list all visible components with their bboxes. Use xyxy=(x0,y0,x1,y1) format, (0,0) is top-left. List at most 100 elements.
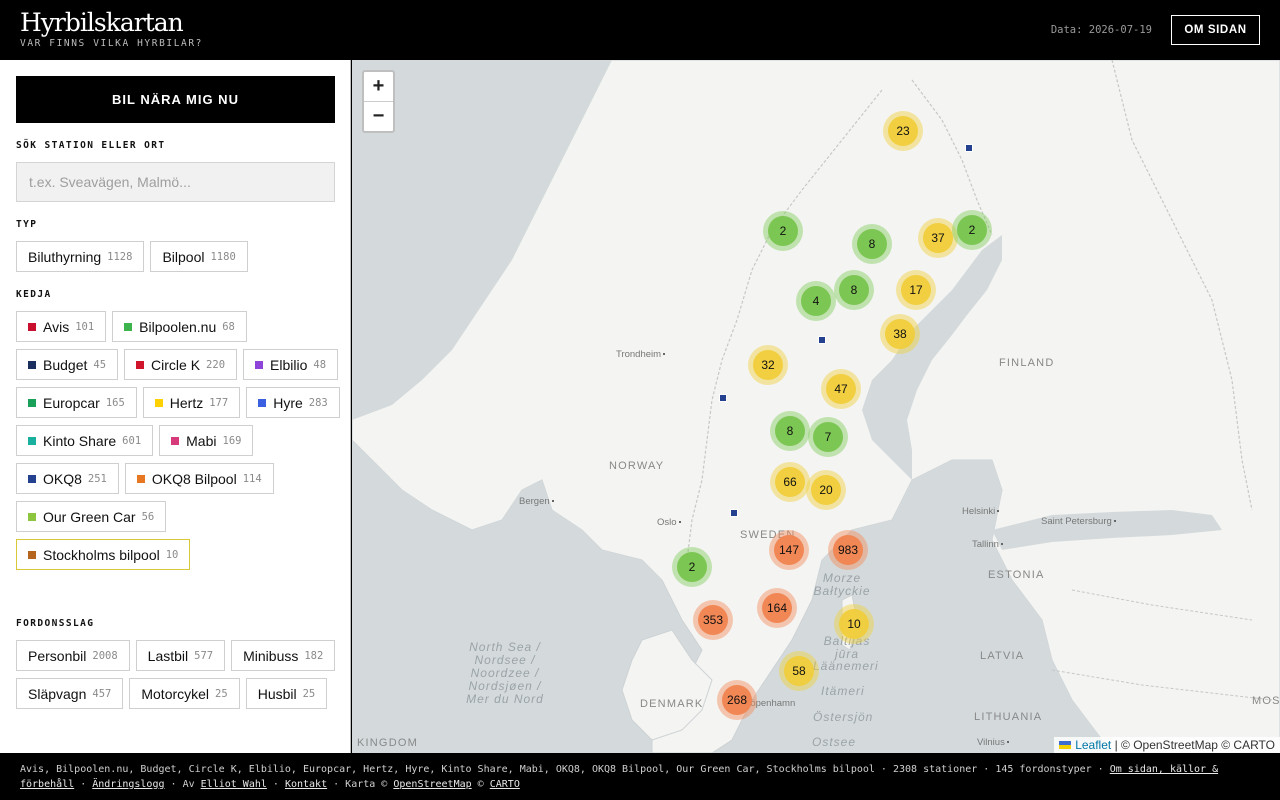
cluster-marker[interactable]: 2 xyxy=(672,547,712,587)
chain-chip-avis[interactable]: Avis 101 xyxy=(16,311,107,342)
chain-color-swatch xyxy=(124,322,133,331)
cluster-count: 38 xyxy=(885,319,915,349)
ukraine-flag-icon xyxy=(1059,741,1072,749)
cluster-count: 47 xyxy=(826,374,856,404)
search-input[interactable] xyxy=(16,162,335,202)
chain-chip-kinto-share[interactable]: Kinto Share 601 xyxy=(16,425,154,456)
chain-chip-okq8-bilpool[interactable]: OKQ8 Bilpool 114 xyxy=(124,463,274,494)
station-marker[interactable] xyxy=(730,509,738,517)
vehicle-chip-personbil[interactable]: Personbil 2008 xyxy=(16,640,130,671)
cluster-marker[interactable]: 147 xyxy=(769,530,809,570)
cluster-count: 8 xyxy=(775,416,805,446)
sea-label: Ostsee xyxy=(812,735,857,749)
chip-count: 45 xyxy=(93,358,107,371)
chain-chip-circle-k[interactable]: Circle K 220 xyxy=(124,349,238,380)
cluster-marker[interactable]: 164 xyxy=(757,588,797,628)
chip-count: 577 xyxy=(194,649,214,662)
vehicle-chip-minibuss[interactable]: Minibuss 182 xyxy=(231,640,336,671)
type-label: TYP xyxy=(16,219,38,230)
zoom-control: + − xyxy=(362,70,395,133)
chain-chip-our-green-car[interactable]: Our Green Car 56 xyxy=(16,501,167,532)
site-logo[interactable]: Hyrbilskartan xyxy=(20,8,184,37)
search-label: SÖK STATION ELLER ORT xyxy=(16,140,166,151)
chain-chip-elbilio[interactable]: Elbilio 48 xyxy=(243,349,339,380)
about-button[interactable]: OM SIDAN xyxy=(1171,15,1260,45)
country-label: ESTONIA xyxy=(988,569,1045,581)
chip-count: 457 xyxy=(92,687,112,700)
zoom-out-button[interactable]: − xyxy=(364,102,393,132)
chain-chip-okq8[interactable]: OKQ8 251 xyxy=(16,463,119,494)
cluster-count: 20 xyxy=(811,475,841,505)
chip-count: 177 xyxy=(209,396,229,409)
map-view[interactable]: + − Trondheim Bergen Oslo Helsinki Saint… xyxy=(352,60,1280,753)
cluster-count: 7 xyxy=(813,422,843,452)
cluster-marker[interactable]: 66 xyxy=(770,462,810,502)
map-attribution: Leaflet | © OpenStreetMap © CARTO xyxy=(1054,737,1280,753)
cluster-marker[interactable]: 4 xyxy=(796,281,836,321)
cluster-count: 353 xyxy=(698,605,728,635)
cluster-marker[interactable]: 17 xyxy=(896,270,936,310)
cluster-marker[interactable]: 20 xyxy=(806,470,846,510)
cluster-marker[interactable]: 47 xyxy=(821,369,861,409)
near-me-button[interactable]: BIL NÄRA MIG NU xyxy=(16,76,335,123)
chain-chip-hyre[interactable]: Hyre 283 xyxy=(246,387,340,418)
chain-chip-hertz[interactable]: Hertz 177 xyxy=(142,387,241,418)
chain-chip-budget[interactable]: Budget 45 xyxy=(16,349,119,380)
cluster-marker[interactable]: 268 xyxy=(717,680,757,720)
cluster-marker[interactable]: 2 xyxy=(952,210,992,250)
station-marker[interactable] xyxy=(719,394,727,402)
cluster-count: 2 xyxy=(957,215,987,245)
site-tagline: VAR FINNS VILKA HYRBILAR? xyxy=(20,38,203,49)
chip-count: 601 xyxy=(122,434,142,447)
cluster-count: 4 xyxy=(801,286,831,316)
cluster-marker[interactable]: 32 xyxy=(748,345,788,385)
chain-color-swatch xyxy=(255,360,264,369)
page-footer: Avis, Bilpoolen.nu, Budget, Circle K, El… xyxy=(0,753,1280,800)
cluster-marker[interactable]: 7 xyxy=(808,417,848,457)
sea-label: Itämeri xyxy=(821,684,865,698)
chip-count: 10 xyxy=(165,548,179,561)
country-label: KINGDOM xyxy=(357,737,418,749)
cluster-marker[interactable]: 8 xyxy=(852,224,892,264)
chip-count: 25 xyxy=(215,687,228,700)
cluster-marker[interactable]: 983 xyxy=(828,530,868,570)
sea-label: Morze Bałtyckie xyxy=(813,571,871,598)
chain-chip-stockholms-bilpool[interactable]: Stockholms bilpool 10 xyxy=(16,539,191,570)
cluster-marker[interactable]: 23 xyxy=(883,111,923,151)
cluster-marker[interactable]: 10 xyxy=(834,604,874,644)
changelog-link[interactable]: Ändringslogg xyxy=(92,779,164,790)
cluster-marker[interactable]: 8 xyxy=(770,411,810,451)
cluster-count: 66 xyxy=(775,467,805,497)
author-link[interactable]: Elliot Wahl xyxy=(201,779,267,790)
data-date: Data: 2026-07-19 xyxy=(1050,24,1152,36)
vehicle-chip-husbil[interactable]: Husbil 25 xyxy=(245,678,328,709)
cluster-count: 2 xyxy=(768,216,798,246)
leaflet-link[interactable]: Leaflet xyxy=(1075,738,1111,752)
chain-chip-mabi[interactable]: Mabi 169 xyxy=(159,425,254,456)
cluster-count: 37 xyxy=(923,223,953,253)
chip-count: 48 xyxy=(313,358,327,371)
cluster-marker[interactable]: 353 xyxy=(693,600,733,640)
carto-link[interactable]: CARTO xyxy=(490,779,520,790)
sea-label: North Sea / Nordsee / Noordzee / Nordsjø… xyxy=(466,640,544,706)
osm-link[interactable]: OpenStreetMap xyxy=(393,779,471,790)
type-chip-biluthyrning[interactable]: Biluthyrning 1128 xyxy=(16,241,145,272)
country-label: NORWAY xyxy=(609,460,665,472)
vehicle-chip-släpvagn[interactable]: Släpvagn 457 xyxy=(16,678,124,709)
vehicle-chip-lastbil[interactable]: Lastbil 577 xyxy=(135,640,226,671)
type-chip-bilpool[interactable]: Bilpool 1180 xyxy=(150,241,248,272)
chain-chip-europcar[interactable]: Europcar 165 xyxy=(16,387,137,418)
station-marker[interactable] xyxy=(965,144,973,152)
chain-chip-bilpoolen-nu[interactable]: Bilpoolen.nu 68 xyxy=(112,311,247,342)
cluster-marker[interactable]: 2 xyxy=(763,211,803,251)
zoom-in-button[interactable]: + xyxy=(364,72,393,102)
cluster-marker[interactable]: 8 xyxy=(834,270,874,310)
vehicle-chip-motorcykel[interactable]: Motorcykel 25 xyxy=(129,678,240,709)
chip-count: 1180 xyxy=(210,250,236,263)
chain-color-swatch xyxy=(28,322,36,331)
cluster-marker[interactable]: 38 xyxy=(880,314,920,354)
station-marker[interactable] xyxy=(818,336,826,344)
place-label: Trondheim xyxy=(616,349,666,360)
cluster-marker[interactable]: 58 xyxy=(779,651,819,691)
contact-link[interactable]: Kontakt xyxy=(285,779,327,790)
